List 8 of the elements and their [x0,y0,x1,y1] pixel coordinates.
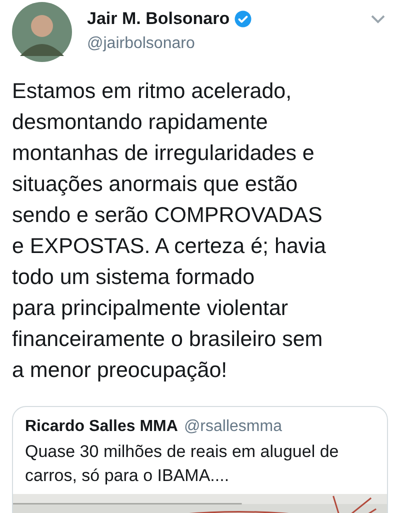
quoted-author-handle: @rsallesmma [184,417,282,437]
author-name: Jair M. Bolsonaro [87,8,230,30]
author-handle: @jairbolsonaro [87,34,196,54]
quoted-author-name: Ricardo Salles MMA [25,417,178,437]
quoted-tweet-text: Quase 30 milhões de reais em aluguel de carros, só para o IBAMA.... [25,441,340,487]
quoted-tweet-card[interactable]: Ricardo Salles MMA @rsallesmma Quase 30 milhões de reais em aluguel de carros, só para o IBAMA.... [12,406,388,513]
tweet-text: Estamos em ritmo acelerado, desmontando rapidamente montanhas de irregularidades e situações anormais que estão sendo e serão COMPROVADAS e EXPOSTAS. A certeza é; havia todo um sistema formado para principalmente violentar financeiramente o brasileiro sem a menor preocupação! [11,78,327,384]
avatar[interactable] [12,2,72,62]
